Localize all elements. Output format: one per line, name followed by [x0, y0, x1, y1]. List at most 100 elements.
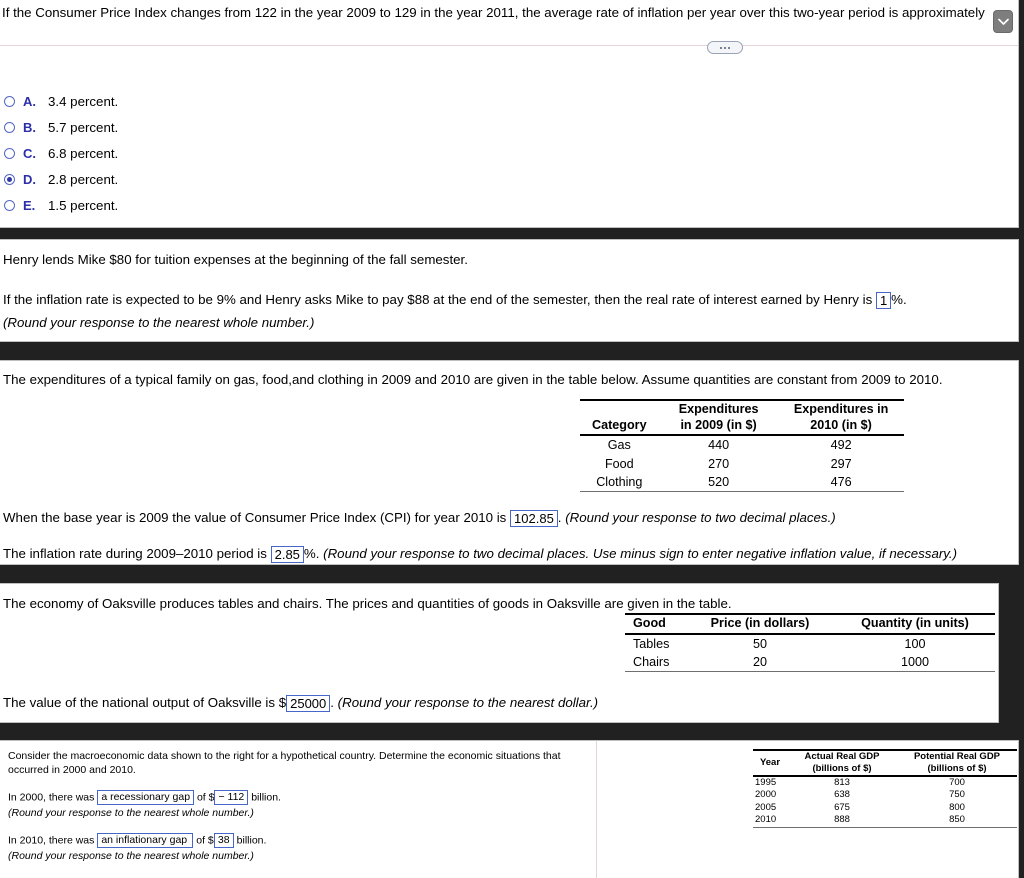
oak-th-price: Price (in dollars) [710, 616, 810, 630]
cell-tables-good: Tables [625, 632, 685, 653]
national-output-line: The value of the national output of Oaks… [3, 694, 598, 712]
cell-chairs-good: Chairs [633, 654, 670, 669]
gap-2010-value-input[interactable]: 38 [213, 833, 234, 848]
dot-3 [728, 46, 730, 49]
gdp-2000-year: 2000 [755, 789, 777, 801]
henry-scenario-line: Henry lends Mike $80 for tuition expense… [3, 252, 468, 267]
answer-choice-b[interactable]: B. 5.7 percent. [0, 114, 118, 140]
choice-letter-e: E. [23, 197, 36, 213]
answer-choice-c[interactable]: C. 6.8 percent. [0, 140, 118, 166]
gdp-1995-actual: 813 [787, 774, 897, 790]
th-cat-line1: Category [592, 417, 647, 432]
expenditures-table-wrapper: Category Expenditures in 2009 (in $) Exp… [580, 399, 904, 492]
cell-clothing-2009: 520 [708, 474, 730, 489]
radio-c[interactable] [4, 147, 15, 159]
gdp-th-year: Year [753, 750, 787, 776]
gdp-2000-actual: 638 [834, 789, 850, 801]
screenshot-root: If the Consumer Price Index changes from… [0, 0, 1024, 878]
gdp-table-wrapper: Year Actual Real GDP (billions of $) Pot… [753, 749, 1017, 828]
gap-2000-note: (Round your response to the nearest whol… [8, 807, 254, 819]
national-output-prompt: The value of the national output of Oaks… [3, 695, 287, 710]
gdp-header-row: Year Actual Real GDP (billions of $) Pot… [753, 750, 1017, 776]
radio-a[interactable] [4, 95, 15, 107]
real-rate-input[interactable]: 1 [875, 292, 892, 309]
choice-letter-c: C. [23, 145, 36, 161]
real-rate-prompt: If the inflation rate is expected to be … [3, 292, 873, 307]
cell-tables-qty: 100 [835, 632, 995, 653]
choice-letter-d: D. [23, 171, 36, 187]
gdp-2010-year: 2010 [755, 814, 777, 826]
oaksville-table: Good Price (in dollars) Quantity (in uni… [625, 613, 995, 672]
expenditures-th-category: Category [580, 400, 659, 435]
gdp-2010-potential: 850 [949, 814, 965, 826]
inflation-suffix: %. [303, 546, 320, 561]
gdp-th-actual-line1: Actual Real GDP [804, 751, 880, 762]
gap-2010-type-select[interactable]: an inflationary gap [97, 833, 194, 848]
gdp-th-potential: Potential Real GDP (billions of $) [897, 750, 1017, 776]
choice-text-b: 5.7 percent. [48, 119, 119, 135]
question-stem: If the Consumer Price Index changes from… [2, 5, 985, 20]
gdp-2005-year: 2005 [755, 801, 777, 813]
cpi-input[interactable]: 102.85 [510, 510, 558, 527]
question-panel-oaksville-output: The economy of Oaksville produces tables… [0, 583, 999, 723]
th-2010-line1: Expenditures in [793, 402, 889, 416]
national-output-period: . [330, 695, 334, 710]
gdp-2010-actual: 888 [834, 814, 850, 826]
gdp-th-potential-line2: (billions of $) [927, 762, 987, 774]
cell-food-2009: 270 [708, 456, 730, 471]
gap-2000-type-select[interactable]: a recessionary gap [97, 790, 195, 805]
gap-2000-mid: of $ [196, 791, 215, 804]
gap-2010-unit: billion. [236, 834, 267, 847]
choice-letter-b: B. [23, 119, 36, 135]
radio-d[interactable] [4, 173, 15, 185]
ellipsis-icon[interactable] [707, 41, 743, 54]
answer-choice-d[interactable]: D. 2.8 percent. [0, 166, 118, 192]
gap-2000-value-input[interactable]: − 112 [214, 790, 249, 805]
oak-th-good: Good [633, 616, 666, 630]
chevron-down-icon[interactable] [993, 10, 1013, 33]
vertical-divider [596, 741, 597, 878]
th-2010-line2: 2010 (in $) [810, 417, 872, 432]
expenditures-row-food: Food 270 297 [580, 455, 904, 473]
inflation-rounding-note: (Round your response to two decimal plac… [323, 546, 958, 561]
gap-2010-note: (Round your response to the nearest whol… [8, 850, 254, 862]
oaksville-intro: The economy of Oaksville produces tables… [3, 596, 732, 611]
gdp-1995-potential: 700 [897, 774, 1017, 790]
cpi-rounding-note: (Round your response to two decimal plac… [565, 510, 836, 525]
choice-text-e: 1.5 percent. [48, 197, 119, 213]
expenditures-header-row: Category Expenditures in 2009 (in $) Exp… [580, 400, 904, 435]
gap-2000-unit: billion. [251, 791, 281, 804]
cell-gas-label: Gas [580, 434, 659, 455]
radio-b[interactable] [4, 121, 15, 133]
answer-choice-a[interactable]: A. 3.4 percent. [0, 88, 118, 114]
question-panel-cpi-multiple-choice: If the Consumer Price Index changes from… [0, 0, 1019, 228]
gdp-row-1995: 1995 813 700 [753, 774, 1017, 790]
gdp-2005-actual: 675 [834, 801, 850, 813]
dot-2 [724, 46, 726, 49]
radio-e[interactable] [4, 199, 15, 211]
gdp-th-actual-line2: (billions of $) [812, 762, 872, 774]
question-panel-expenditures-cpi: The expenditures of a typical family on … [0, 360, 1019, 565]
inflation-prompt: The inflation rate during 2009–2010 peri… [3, 546, 267, 561]
chevron-down-glyph [997, 18, 1009, 25]
expenditures-th-2009: Expenditures in 2009 (in $) [659, 400, 779, 435]
cell-chairs-price: 20 [752, 654, 767, 669]
oaksville-table-wrapper: Good Price (in dollars) Quantity (in uni… [625, 613, 995, 672]
answer-choice-e[interactable]: E. 1.5 percent. [0, 192, 118, 218]
expenditures-intro: The expenditures of a typical family on … [3, 372, 943, 387]
inflation-input[interactable]: 2.85 [270, 546, 304, 563]
inflation-answer-line: The inflation rate during 2009–2010 peri… [3, 545, 957, 563]
gap-2010-mid: of $ [196, 834, 214, 847]
gdp-table: Year Actual Real GDP (billions of $) Pot… [753, 749, 1017, 828]
cpi-prompt: When the base year is 2009 the value of … [3, 510, 507, 525]
national-output-input[interactable]: 25000 [286, 695, 331, 712]
answer-choice-list: A. 3.4 percent. B. 5.7 percent. C. 6.8 p… [0, 88, 118, 218]
real-rate-suffix: %. [891, 292, 907, 307]
dot-1 [720, 46, 722, 49]
gdp-2000-potential: 750 [949, 789, 965, 801]
choice-text-c: 6.8 percent. [48, 145, 119, 161]
gdp-th-year-line1: Year [759, 756, 781, 768]
th-2009-line2: in 2009 (in $) [680, 417, 757, 432]
cell-food-label: Food [604, 456, 634, 471]
cell-gas-2010: 492 [778, 434, 904, 455]
